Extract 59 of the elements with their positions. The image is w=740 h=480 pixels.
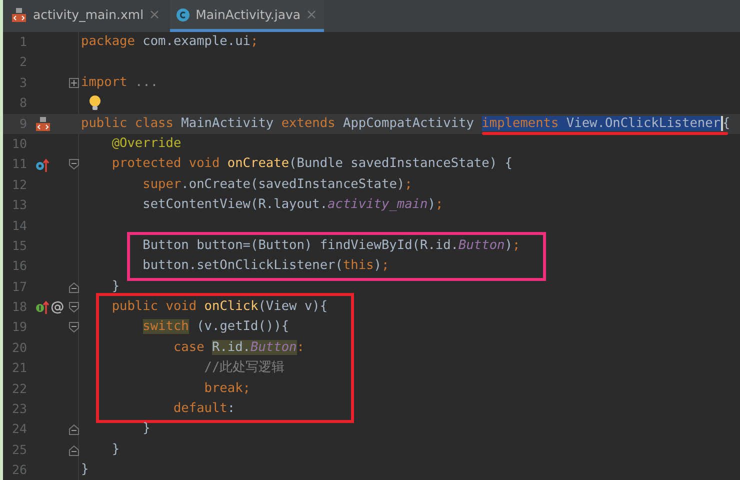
- code-line: super.onCreate(savedInstanceState);: [142, 176, 412, 192]
- highlighted-identifier: R.id.: [212, 340, 251, 355]
- line-number: 10: [10, 134, 27, 153]
- code-line: setContentView(R.layout.activity_main);: [142, 197, 444, 212]
- code-line: protected void onCreate(Bundle savedInstanceState) {: [110, 156, 512, 172]
- code-line: break;: [203, 380, 250, 396]
- file-tab[interactable]: MainActivity.java: [170, 0, 324, 32]
- line-number: 17: [10, 278, 27, 296]
- line-number: 15: [10, 236, 27, 255]
- layout-file-icon[interactable]: [35, 116, 51, 131]
- line-number: 1: [18, 33, 27, 51]
- implement-method-icon[interactable]: [35, 300, 49, 314]
- code-line: @Override: [110, 136, 182, 151]
- line-number: 14: [10, 216, 27, 235]
- code-line: //此处写逻辑: [203, 360, 285, 376]
- code-line: import ...: [81, 74, 158, 90]
- line-number: 16: [10, 257, 27, 276]
- line-number: 11: [10, 155, 27, 174]
- class-file-icon: [176, 8, 190, 22]
- line-number: 24: [10, 420, 27, 438]
- code-text: case: [172, 340, 206, 355]
- line-number: 12: [10, 176, 27, 194]
- code-line: }: [142, 421, 150, 436]
- line-number: 3: [18, 74, 27, 92]
- code-line: }: [81, 462, 89, 478]
- code-line: public void onClick(View v){: [110, 299, 328, 314]
- code-line: }: [110, 278, 120, 294]
- highlighted-identifier: switch: [142, 319, 189, 334]
- line-number: 22: [10, 380, 27, 398]
- line-number: 20: [10, 338, 27, 357]
- line-number: 19: [10, 318, 27, 336]
- line-number: 13: [10, 196, 27, 214]
- fold-icon[interactable]: [69, 322, 79, 334]
- line-number: 21: [10, 359, 27, 378]
- lightbulb-icon[interactable]: [89, 95, 101, 112]
- code-text: (v.getId()){: [196, 319, 290, 334]
- code-line: Button button=(Button) findViewById(R.id.Button);: [142, 238, 520, 253]
- line-number: 26: [10, 461, 27, 480]
- line-number: 25: [10, 440, 27, 459]
- override-method-icon[interactable]: [35, 158, 49, 172]
- code-line: package com.example.ui;: [81, 34, 258, 49]
- code-line: }: [110, 442, 120, 457]
- layout-file-icon: [11, 8, 27, 22]
- fold-icon[interactable]: [69, 302, 79, 314]
- line-number: 8: [18, 94, 27, 112]
- code-text: :: [296, 340, 304, 355]
- line-number: 2: [18, 53, 27, 72]
- at-sign-icon[interactable]: [51, 300, 64, 314]
- code-line: default:: [172, 401, 236, 416]
- code-line: button.setOnClickListener(this);: [142, 258, 390, 274]
- fold-icon[interactable]: [69, 159, 79, 170]
- line-number: 23: [10, 400, 27, 418]
- fold-end-icon[interactable]: [69, 282, 79, 293]
- expand-fold-icon[interactable]: [69, 78, 79, 88]
- line-number: 18: [10, 298, 27, 316]
- fold-end-icon[interactable]: [69, 444, 79, 456]
- code-line: public class MainActivity extends AppCompatActivity implements View.OnClickListener{: [81, 116, 730, 131]
- highlighted-identifier: Button: [250, 340, 297, 355]
- fold-end-icon[interactable]: [69, 424, 79, 436]
